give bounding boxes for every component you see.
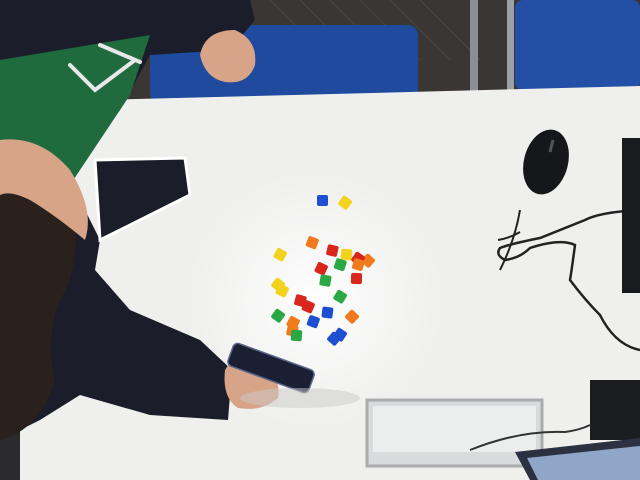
- toy-block: [317, 195, 328, 206]
- toy-block: [340, 248, 353, 261]
- toy-block: [321, 306, 334, 319]
- cable-slot-inner: [373, 406, 536, 452]
- toy-block: [319, 274, 332, 287]
- toy-block: [290, 329, 303, 342]
- laptop-base: [590, 380, 640, 440]
- tabletop-scene: [0, 0, 640, 480]
- chair-post-2: [507, 0, 514, 92]
- arm-shadow: [240, 388, 360, 408]
- keyboard-edge: [622, 138, 640, 293]
- chair-post: [470, 0, 478, 92]
- toy-block: [350, 272, 363, 285]
- chair-right: [515, 0, 640, 90]
